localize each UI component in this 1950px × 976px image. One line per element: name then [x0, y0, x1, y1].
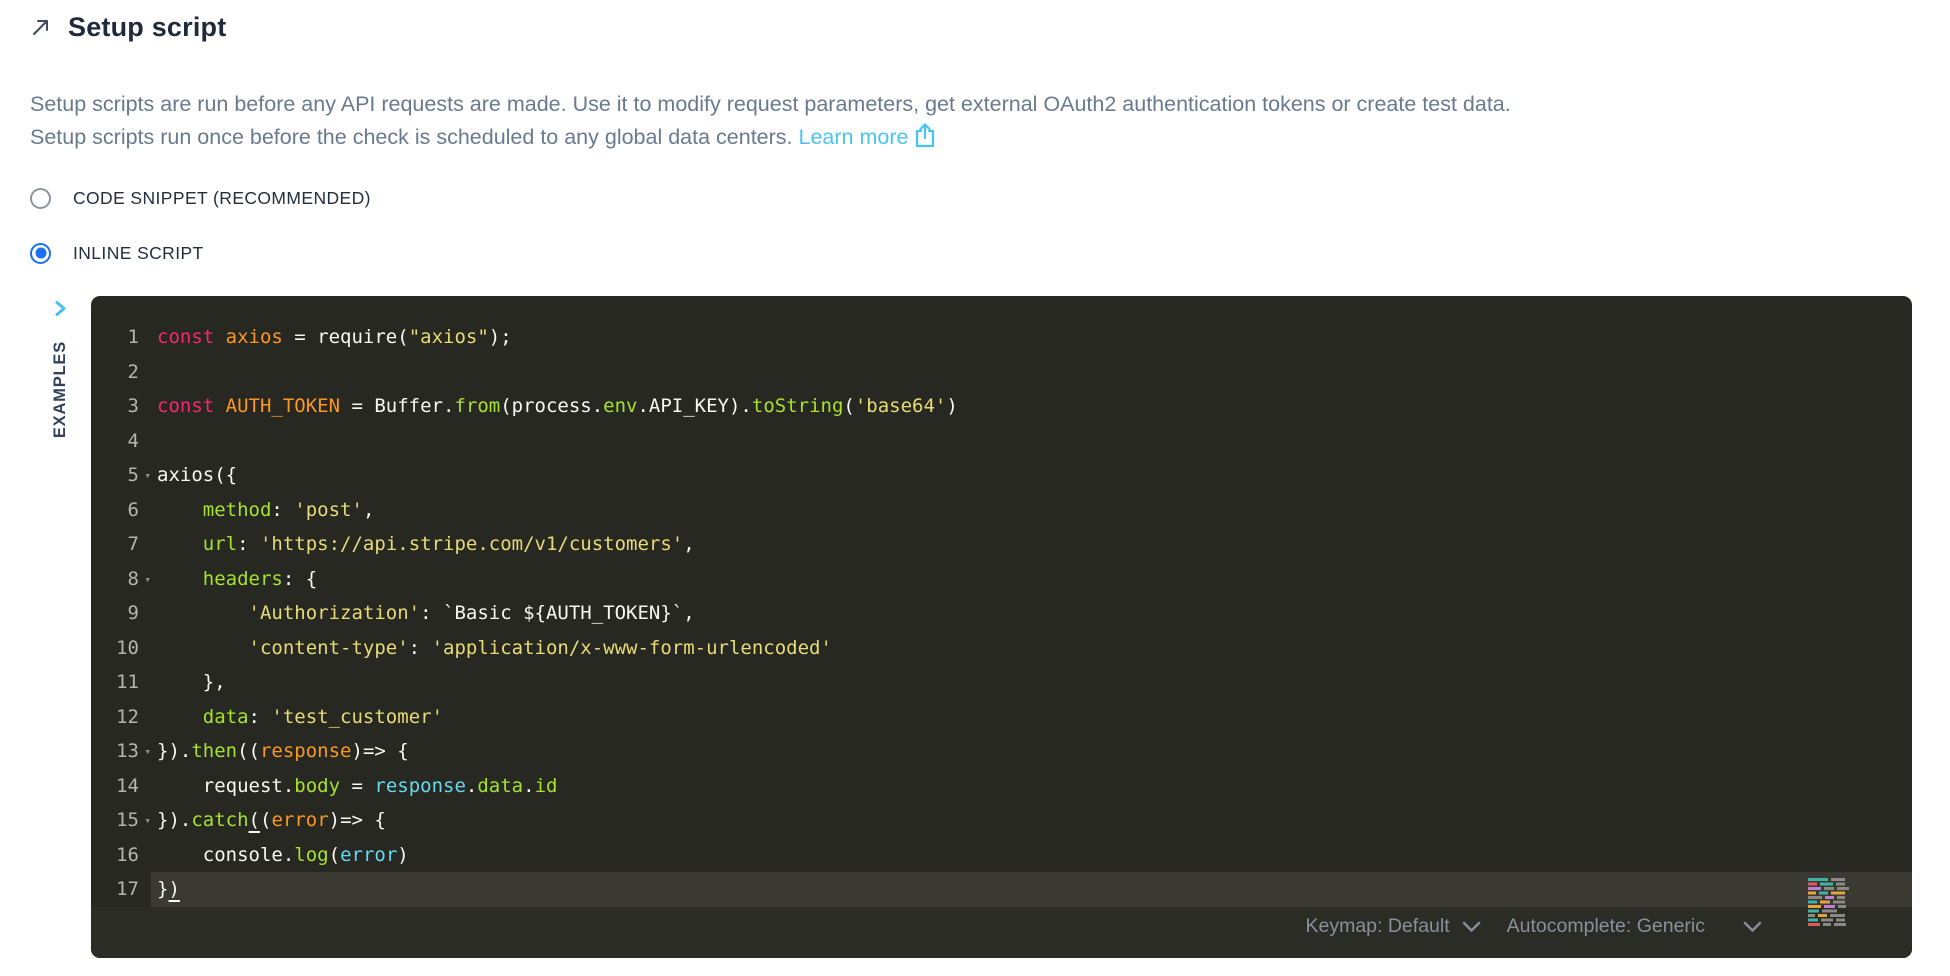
expand-arrow-icon[interactable]: [30, 16, 52, 38]
examples-expand-chevron-icon[interactable]: [52, 300, 69, 317]
radio-unselected-icon[interactable]: [30, 188, 51, 209]
autocomplete-label: Autocomplete: Generic: [1507, 915, 1705, 938]
code-line[interactable]: 7 url: 'https://api.stripe.com/v1/custom…: [91, 527, 1912, 562]
line-number: 11: [91, 665, 151, 700]
fold-arrow-icon[interactable]: ▾: [144, 459, 151, 494]
keymap-select[interactable]: Keymap: Default: [1305, 915, 1480, 938]
code-line-text[interactable]: }).catch((error)=> {: [151, 803, 1912, 838]
code-lines: 1const axios = require("axios");23const …: [91, 296, 1912, 907]
code-line[interactable]: 5▾axios({: [91, 458, 1912, 493]
chevron-down-icon[interactable]: [1743, 921, 1762, 933]
description-line-2-text: Setup scripts run once before the check …: [30, 125, 793, 149]
line-number: 5▾: [91, 458, 151, 493]
option-code-snippet[interactable]: CODE SNIPPET (RECOMMENDED): [30, 184, 1920, 212]
option-inline-script[interactable]: INLINE SCRIPT: [30, 239, 1920, 267]
editor-resize-handle-icon[interactable]: [1808, 878, 1852, 928]
code-line[interactable]: 6 method: 'post',: [91, 493, 1912, 528]
line-number: 17: [91, 872, 151, 907]
code-line[interactable]: 9 'Authorization': `Basic ${AUTH_TOKEN}`…: [91, 596, 1912, 631]
code-line[interactable]: 13▾}).then((response)=> {: [91, 734, 1912, 769]
description-line-1: Setup scripts are run before any API req…: [30, 88, 1920, 121]
fold-arrow-icon[interactable]: ▾: [144, 735, 151, 770]
examples-tab: EXAMPLES: [30, 296, 91, 958]
chevron-down-icon[interactable]: [1462, 921, 1481, 933]
code-line[interactable]: 1const axios = require("axios");: [91, 320, 1912, 355]
line-number: 14: [91, 769, 151, 804]
code-line-text[interactable]: 'Authorization': `Basic ${AUTH_TOKEN}`,: [151, 596, 1912, 631]
page-title: Setup script: [68, 12, 226, 43]
code-line[interactable]: 11 },: [91, 665, 1912, 700]
line-number: 1: [91, 320, 151, 355]
option-code-snippet-label: CODE SNIPPET (RECOMMENDED): [73, 188, 371, 209]
code-line[interactable]: 10 'content-type': 'application/x-www-fo…: [91, 631, 1912, 666]
code-line-text[interactable]: const axios = require("axios");: [151, 320, 1912, 355]
code-line-text[interactable]: console.log(error): [151, 838, 1912, 873]
option-inline-script-label: INLINE SCRIPT: [73, 243, 204, 264]
code-line-text[interactable]: },: [151, 665, 1912, 700]
code-line-text[interactable]: const AUTH_TOKEN = Buffer.from(process.e…: [151, 389, 1912, 424]
code-line[interactable]: 4: [91, 424, 1912, 459]
line-number: 2: [91, 355, 151, 390]
code-line[interactable]: 17}): [91, 872, 1912, 907]
code-line-text[interactable]: headers: {: [151, 562, 1912, 597]
code-line-text[interactable]: }).then((response)=> {: [151, 734, 1912, 769]
line-number: 10: [91, 631, 151, 666]
editor-region: EXAMPLES 1const axios = require("axios")…: [30, 296, 1920, 958]
code-line-text[interactable]: data: 'test_customer': [151, 700, 1912, 735]
learn-more-link[interactable]: Learn more: [799, 125, 909, 149]
setup-script-section: Setup script Setup scripts are run befor…: [0, 8, 1950, 976]
line-number: 8▾: [91, 562, 151, 597]
examples-tab-label[interactable]: EXAMPLES: [51, 341, 70, 438]
code-line-text[interactable]: url: 'https://api.stripe.com/v1/customer…: [151, 527, 1912, 562]
line-number: 7: [91, 527, 151, 562]
code-line-text[interactable]: request.body = response.data.id: [151, 769, 1912, 804]
code-line[interactable]: 8▾ headers: {: [91, 562, 1912, 597]
line-number: 3: [91, 389, 151, 424]
line-number: 16: [91, 838, 151, 873]
section-description: Setup scripts are run before any API req…: [30, 88, 1920, 154]
code-line[interactable]: 14 request.body = response.data.id: [91, 769, 1912, 804]
line-number: 4: [91, 424, 151, 459]
code-line-text[interactable]: method: 'post',: [151, 493, 1912, 528]
code-line[interactable]: 15▾}).catch((error)=> {: [91, 803, 1912, 838]
code-line-text[interactable]: [151, 355, 1912, 390]
code-line[interactable]: 3const AUTH_TOKEN = Buffer.from(process.…: [91, 389, 1912, 424]
line-number: 15▾: [91, 803, 151, 838]
keymap-label: Keymap: Default: [1305, 915, 1449, 938]
section-header: Setup script: [30, 8, 1920, 46]
editor-settings-row: Keymap: Default Autocomplete: Generic: [1305, 915, 1762, 938]
script-type-options: CODE SNIPPET (RECOMMENDED) INLINE SCRIPT: [30, 184, 1920, 267]
code-line[interactable]: 12 data: 'test_customer': [91, 700, 1912, 735]
code-line[interactable]: 2: [91, 355, 1912, 390]
line-number: 13▾: [91, 734, 151, 769]
radio-selected-icon[interactable]: [30, 243, 51, 264]
autocomplete-select[interactable]: Autocomplete: Generic: [1507, 915, 1762, 938]
fold-arrow-icon[interactable]: ▾: [144, 563, 151, 598]
code-line-text[interactable]: [151, 424, 1912, 459]
line-number: 12: [91, 700, 151, 735]
description-line-2: Setup scripts run once before the check …: [30, 121, 1920, 154]
line-number: 6: [91, 493, 151, 528]
line-number: 9: [91, 596, 151, 631]
code-line-text[interactable]: 'content-type': 'application/x-www-form-…: [151, 631, 1912, 666]
code-editor[interactable]: 1const axios = require("axios");23const …: [91, 296, 1912, 958]
fold-arrow-icon[interactable]: ▾: [144, 804, 151, 839]
external-link-icon[interactable]: [914, 122, 936, 148]
code-line-text[interactable]: }): [151, 872, 1912, 907]
code-line[interactable]: 16 console.log(error): [91, 838, 1912, 873]
code-line-text[interactable]: axios({: [151, 458, 1912, 493]
editor-statusbar: Keymap: Default Autocomplete: Generic: [91, 907, 1912, 959]
